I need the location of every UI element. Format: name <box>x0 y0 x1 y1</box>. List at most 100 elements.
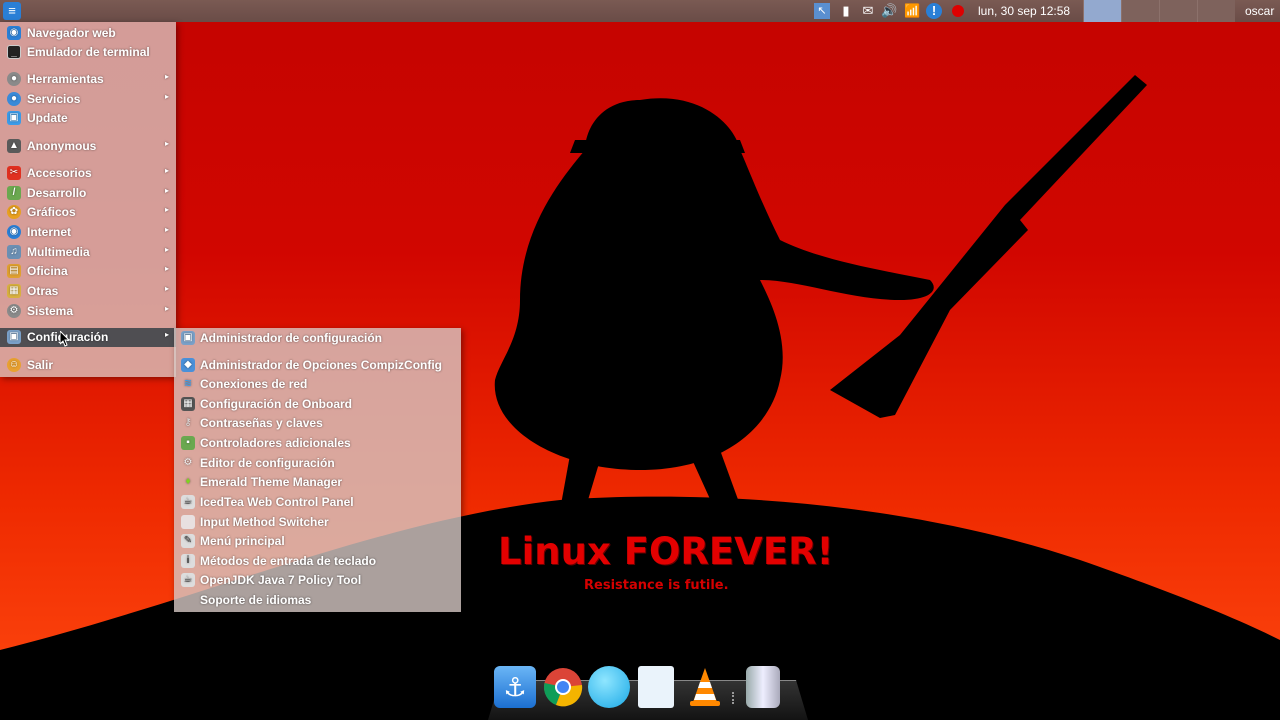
submenu-item-language[interactable]: Soporte de idiomas <box>174 591 461 610</box>
blue-orb-icon[interactable] <box>588 666 630 708</box>
menu-item-oficina[interactable]: ▤ Oficina ▸ <box>0 262 176 281</box>
chevron-right-icon: ▸ <box>164 166 169 175</box>
menu-item-multimedia[interactable]: ♫ Multimedia ▸ <box>0 243 176 262</box>
submenu-item-icedtea[interactable]: ☕ IcedTea Web Control Panel <box>174 493 461 512</box>
submenu-item-drivers[interactable]: ▪ Controladores adicionales <box>174 434 461 453</box>
submenu-item-openjdk-policy[interactable]: ☕ OpenJDK Java 7 Policy Tool <box>174 571 461 590</box>
record-icon[interactable] <box>952 5 964 17</box>
network-icon: ≋ <box>183 378 193 389</box>
menu-item-herramientas[interactable]: ● Herramientas ▸ <box>0 70 176 89</box>
submenu-item-label: Administrador de configuración <box>200 331 383 345</box>
settings-icon: ▣ <box>7 330 21 344</box>
settings-manager-icon: ▣ <box>181 331 195 345</box>
volume-icon[interactable]: 🔊 <box>881 3 897 19</box>
menu-item-label: Oficina <box>27 264 68 278</box>
workspace-2[interactable] <box>1121 0 1159 22</box>
emerald-icon: ♦ <box>185 476 191 487</box>
wallpaper-subtitle: Resistance is futile. <box>584 578 729 593</box>
menu-item-desarrollo[interactable]: / Desarrollo ▸ <box>0 184 176 203</box>
chevron-right-icon: ▸ <box>164 330 169 339</box>
menu-item-otras[interactable]: ▦ Otras ▸ <box>0 282 176 301</box>
workspace-1[interactable] <box>1083 0 1121 22</box>
anonymous-icon: ▲ <box>7 139 21 153</box>
logout-icon: ☺ <box>7 358 21 372</box>
menu-item-sistema[interactable]: ⚙ Sistema ▸ <box>0 302 176 321</box>
submenu-item-admin-config[interactable]: ▣ Administrador de configuración <box>174 329 461 348</box>
submenu-item-emerald[interactable]: ♦ Emerald Theme Manager <box>174 473 461 492</box>
globe-icon: ◉ <box>7 26 21 40</box>
menu-item-servicios[interactable]: ● Servicios ▸ <box>0 90 176 109</box>
anchor-icon[interactable]: ⚓ <box>494 666 536 708</box>
menu-item-label: Desarrollo <box>27 186 87 200</box>
java-policy-icon: ☕ <box>181 573 195 587</box>
vlc-icon[interactable] <box>684 666 726 708</box>
chrome-icon[interactable] <box>542 666 584 708</box>
menu-item-label: Navegador web <box>27 26 116 40</box>
menu-item-internet[interactable]: ◉ Internet ▸ <box>0 223 176 242</box>
submenu-item-label: Configuración de Onboard <box>200 397 352 411</box>
xubuntu-menu-icon[interactable]: ≡ <box>3 2 21 20</box>
battery-icon[interactable]: ▮ <box>838 3 854 19</box>
drivers-icon: ▪ <box>181 436 195 450</box>
menu-item-label: Salir <box>27 358 54 372</box>
wifi-icon[interactable]: 📶 <box>904 3 920 19</box>
applications-menu: ◉ Navegador web _ Emulador de terminal ●… <box>0 22 176 377</box>
menu-item-navegador-web[interactable]: ◉ Navegador web <box>0 24 176 43</box>
submenu-item-label: Conexiones de red <box>200 377 308 391</box>
language-icon <box>181 593 195 607</box>
menu-item-anonymous[interactable]: ▲ Anonymous ▸ <box>0 137 176 156</box>
chevron-right-icon: ▸ <box>164 264 169 273</box>
chevron-right-icon: ▸ <box>164 245 169 254</box>
menu-item-salir[interactable]: ☺ Salir <box>0 356 176 375</box>
chevron-right-icon: ▸ <box>164 284 169 293</box>
user-name[interactable]: oscar <box>1245 4 1274 18</box>
workspace-3[interactable] <box>1159 0 1197 22</box>
menu-item-label: Servicios <box>27 92 81 106</box>
submenu-item-label: Menú principal <box>200 534 285 548</box>
menu-item-label: Otras <box>27 284 59 298</box>
java-icon: ☕ <box>181 495 195 509</box>
submenu-item-input-method[interactable]: Input Method Switcher <box>174 513 461 532</box>
chevron-right-icon: ▸ <box>164 186 169 195</box>
submenu-item-label: Input Method Switcher <box>200 515 329 529</box>
submenu-item-compizconfig[interactable]: ◆ Administrador de Opciones CompizConfig <box>174 356 461 375</box>
menu-item-label: Gráficos <box>27 205 76 219</box>
menu-item-configuracion[interactable]: ▣ Configuración ▸ <box>0 328 176 347</box>
chevron-right-icon: ▸ <box>164 205 169 214</box>
submenu-item-label: Emerald Theme Manager <box>200 475 343 489</box>
mouse-pointer-icon <box>60 331 71 347</box>
office-icon: ▤ <box>7 264 21 278</box>
menu-item-terminal[interactable]: _ Emulador de terminal <box>0 43 176 62</box>
mail-icon[interactable]: ✉ <box>860 3 876 19</box>
workspace-4[interactable] <box>1197 0 1235 22</box>
update-icon: ▣ <box>7 111 21 125</box>
menu-item-update[interactable]: ▣ Update <box>0 109 176 128</box>
menu-item-label: Accesorios <box>27 166 92 180</box>
submenu-item-config-editor[interactable]: ⚙ Editor de configuración <box>174 454 461 473</box>
submenu-item-keyboard-input[interactable]: i Métodos de entrada de teclado <box>174 552 461 571</box>
submenu-item-network[interactable]: ≋ Conexiones de red <box>174 375 461 394</box>
submenu-item-onboard[interactable]: ▦ Configuración de Onboard <box>174 395 461 414</box>
submenu-item-passwords[interactable]: ⚷ Contraseñas y claves <box>174 414 461 433</box>
cursor-icon[interactable]: ↖ <box>814 3 830 19</box>
submenu-item-label: OpenJDK Java 7 Policy Tool <box>200 573 362 587</box>
dock: ⚓ <box>488 662 808 720</box>
multimedia-icon: ♫ <box>7 245 21 259</box>
keyboard-icon: ▦ <box>181 397 195 411</box>
menu-item-graficos[interactable]: ✿ Gráficos ▸ <box>0 203 176 222</box>
key-icon: ⚷ <box>184 417 192 428</box>
submenu-item-main-menu[interactable]: ✎ Menú principal <box>174 532 461 551</box>
menu-item-label: Internet <box>27 225 72 239</box>
submenu-item-label: Editor de configuración <box>200 456 335 470</box>
submenu-item-label: Soporte de idiomas <box>200 593 312 607</box>
chevron-right-icon: ▸ <box>164 92 169 101</box>
internet-icon: ◉ <box>7 225 21 239</box>
submenu-item-label: Métodos de entrada de teclado <box>200 554 377 568</box>
menu-item-accesorios[interactable]: ✂ Accesorios ▸ <box>0 164 176 183</box>
submenu-item-label: IcedTea Web Control Panel <box>200 495 354 509</box>
info-icon[interactable]: ! <box>926 3 942 19</box>
trash-icon[interactable] <box>746 666 780 708</box>
document-viewer-icon[interactable] <box>638 666 674 708</box>
clock[interactable]: lun, 30 sep 12:58 <box>978 4 1070 18</box>
menu-editor-icon: ✎ <box>181 534 195 548</box>
